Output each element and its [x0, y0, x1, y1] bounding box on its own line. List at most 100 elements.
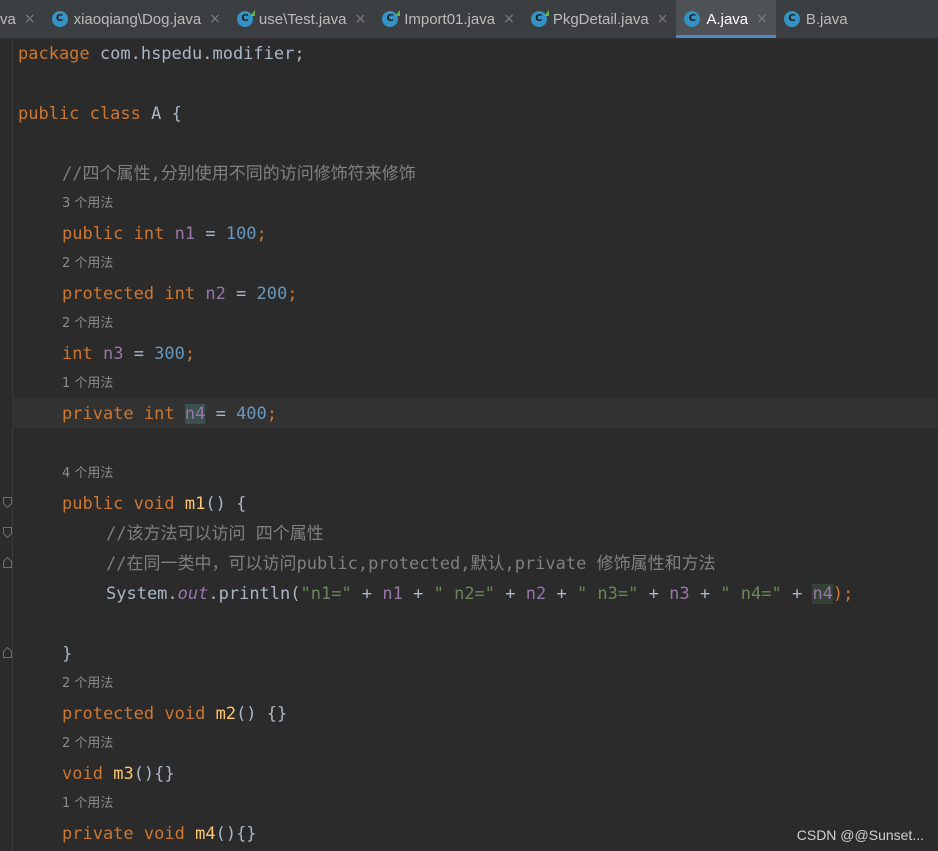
close-icon[interactable]: ×	[657, 11, 669, 27]
modifier: private	[62, 824, 134, 844]
tab-partial[interactable]: va ×	[0, 0, 44, 38]
keyword: package	[18, 44, 90, 64]
brace: {	[171, 104, 182, 124]
tab-pkgdetail-java[interactable]: C PkgDetail.java ×	[523, 0, 677, 38]
type: int	[143, 404, 175, 424]
string-literal: " n2="	[433, 584, 496, 604]
tab-label: B.java	[805, 10, 848, 28]
method-name: m1	[184, 494, 206, 514]
class-name: A	[151, 104, 162, 124]
statement-end: );	[832, 584, 854, 604]
code-line-comment[interactable]: //四个属性,分别使用不同的访问修饰符来修饰	[62, 159, 416, 189]
method-name: m2	[215, 704, 237, 724]
code-line-close-brace[interactable]: }	[62, 639, 72, 669]
field-name: n1	[174, 224, 196, 244]
modifier: private	[62, 404, 144, 424]
static-field: out	[177, 584, 209, 604]
field-value: 400	[236, 404, 267, 424]
tab-dog-java[interactable]: C xiaoqiang\Dog.java ×	[44, 0, 229, 38]
code-line-class-decl[interactable]: public class A {	[18, 99, 182, 129]
usage-hint[interactable]: 2 个用法	[62, 309, 113, 339]
type: int	[164, 284, 196, 304]
code-line-field-n2[interactable]: protected int n2 = 200;	[62, 279, 298, 309]
tab-label: Import01.java	[404, 10, 496, 28]
code-line-method-m4[interactable]: private void m4(){}	[62, 819, 257, 849]
code-editor[interactable]: package com.hspedu.modifier; public clas…	[0, 39, 938, 851]
tab-label: PkgDetail.java	[552, 10, 649, 28]
java-runnable-class-icon: C	[236, 10, 255, 27]
usage-hint[interactable]: 3 个用法	[62, 189, 113, 219]
class-ref: System.	[106, 584, 178, 604]
field-ref: n1	[382, 584, 403, 604]
method-body: (){}	[215, 824, 257, 844]
close-icon[interactable]: ×	[209, 11, 221, 27]
type: int	[62, 344, 93, 364]
code-line-field-n1[interactable]: public int n1 = 100;	[62, 219, 267, 249]
java-class-icon: C	[51, 11, 68, 27]
code-line-method-m1[interactable]: public void m1() {	[62, 489, 246, 519]
keyword: void	[164, 704, 206, 724]
close-icon[interactable]: ×	[503, 11, 515, 27]
string-literal: " n4="	[720, 584, 782, 604]
field-ref-highlighted: n4	[812, 584, 833, 604]
keyword: public	[62, 494, 124, 514]
keyword: void	[133, 494, 175, 514]
keyword: class	[89, 104, 141, 124]
field-name: n3	[102, 344, 124, 364]
editor-gutter	[0, 39, 13, 851]
code-line-method-m2[interactable]: protected void m2() {}	[62, 699, 287, 729]
method-body: () {}	[236, 704, 288, 724]
modifier: protected	[62, 284, 165, 304]
editor-tab-bar: va × C xiaoqiang\Dog.java × C use\Test.j…	[0, 0, 938, 39]
tab-label: A.java	[706, 10, 749, 28]
java-class-icon: C	[783, 11, 800, 27]
watermark: CSDN @@Sunset...	[796, 827, 924, 843]
tab-label: xiaoqiang\Dog.java	[73, 10, 202, 28]
fold-marker-icon[interactable]	[3, 527, 12, 538]
usage-hint[interactable]: 2 个用法	[62, 249, 113, 279]
fold-marker-icon[interactable]	[3, 647, 12, 658]
close-icon[interactable]: ×	[354, 11, 366, 27]
modifier: public	[62, 224, 134, 244]
usage-hint[interactable]: 1 个用法	[62, 789, 113, 819]
field-name: n2	[205, 284, 226, 304]
code-line-package[interactable]: package com.hspedu.modifier;	[18, 39, 305, 69]
close-icon[interactable]: ×	[24, 11, 36, 27]
close-icon[interactable]: ×	[756, 11, 768, 27]
modifier: protected	[62, 704, 155, 724]
tab-b-java[interactable]: C B.java	[776, 0, 856, 38]
java-runnable-class-icon: C	[530, 10, 549, 27]
usage-hint[interactable]: 2 个用法	[62, 729, 113, 759]
usage-hint[interactable]: 2 个用法	[62, 669, 113, 699]
tab-import01-java[interactable]: C Import01.java ×	[374, 0, 523, 38]
code-line-comment[interactable]: //在同一类中，可以访问public,protected,默认,private …	[106, 549, 716, 579]
code-line-method-m3[interactable]: void m3(){}	[62, 759, 175, 789]
fold-marker-icon[interactable]	[3, 497, 12, 508]
tab-test-java[interactable]: C use\Test.java ×	[229, 0, 374, 38]
method-body: (){}	[133, 764, 175, 784]
code-line-println[interactable]: System.out.println("n1=" + n1 + " n2=" +…	[106, 579, 853, 609]
package-name: com.hspedu.modifier;	[89, 44, 305, 64]
code-line-field-n3[interactable]: int n3 = 300;	[62, 339, 195, 369]
string-literal: "n1="	[300, 584, 352, 604]
fold-marker-icon[interactable]	[3, 557, 12, 568]
method-name: m3	[113, 764, 134, 784]
string-literal: " n3="	[576, 584, 639, 604]
type: int	[133, 224, 165, 244]
code-line-comment[interactable]: //该方法可以访问 四个属性	[106, 519, 324, 549]
code-line-field-n4[interactable]: private int n4 = 400;	[62, 399, 277, 429]
usage-hint[interactable]: 1 个用法	[62, 369, 113, 399]
tab-label: use\Test.java	[258, 10, 347, 28]
tab-a-java[interactable]: C A.java ×	[676, 0, 777, 38]
java-class-icon: C	[684, 11, 701, 27]
java-runnable-class-icon: C	[382, 10, 401, 27]
field-value: 300	[154, 344, 185, 364]
field-name: n4	[184, 404, 206, 424]
usage-hint[interactable]: 4 个用法	[62, 459, 113, 489]
keyword: void	[62, 764, 103, 784]
field-ref: n2	[525, 584, 547, 604]
method-call: .println(	[208, 584, 301, 604]
keyword: void	[143, 824, 185, 844]
method-name: m4	[195, 824, 216, 844]
field-value: 200	[256, 284, 288, 304]
